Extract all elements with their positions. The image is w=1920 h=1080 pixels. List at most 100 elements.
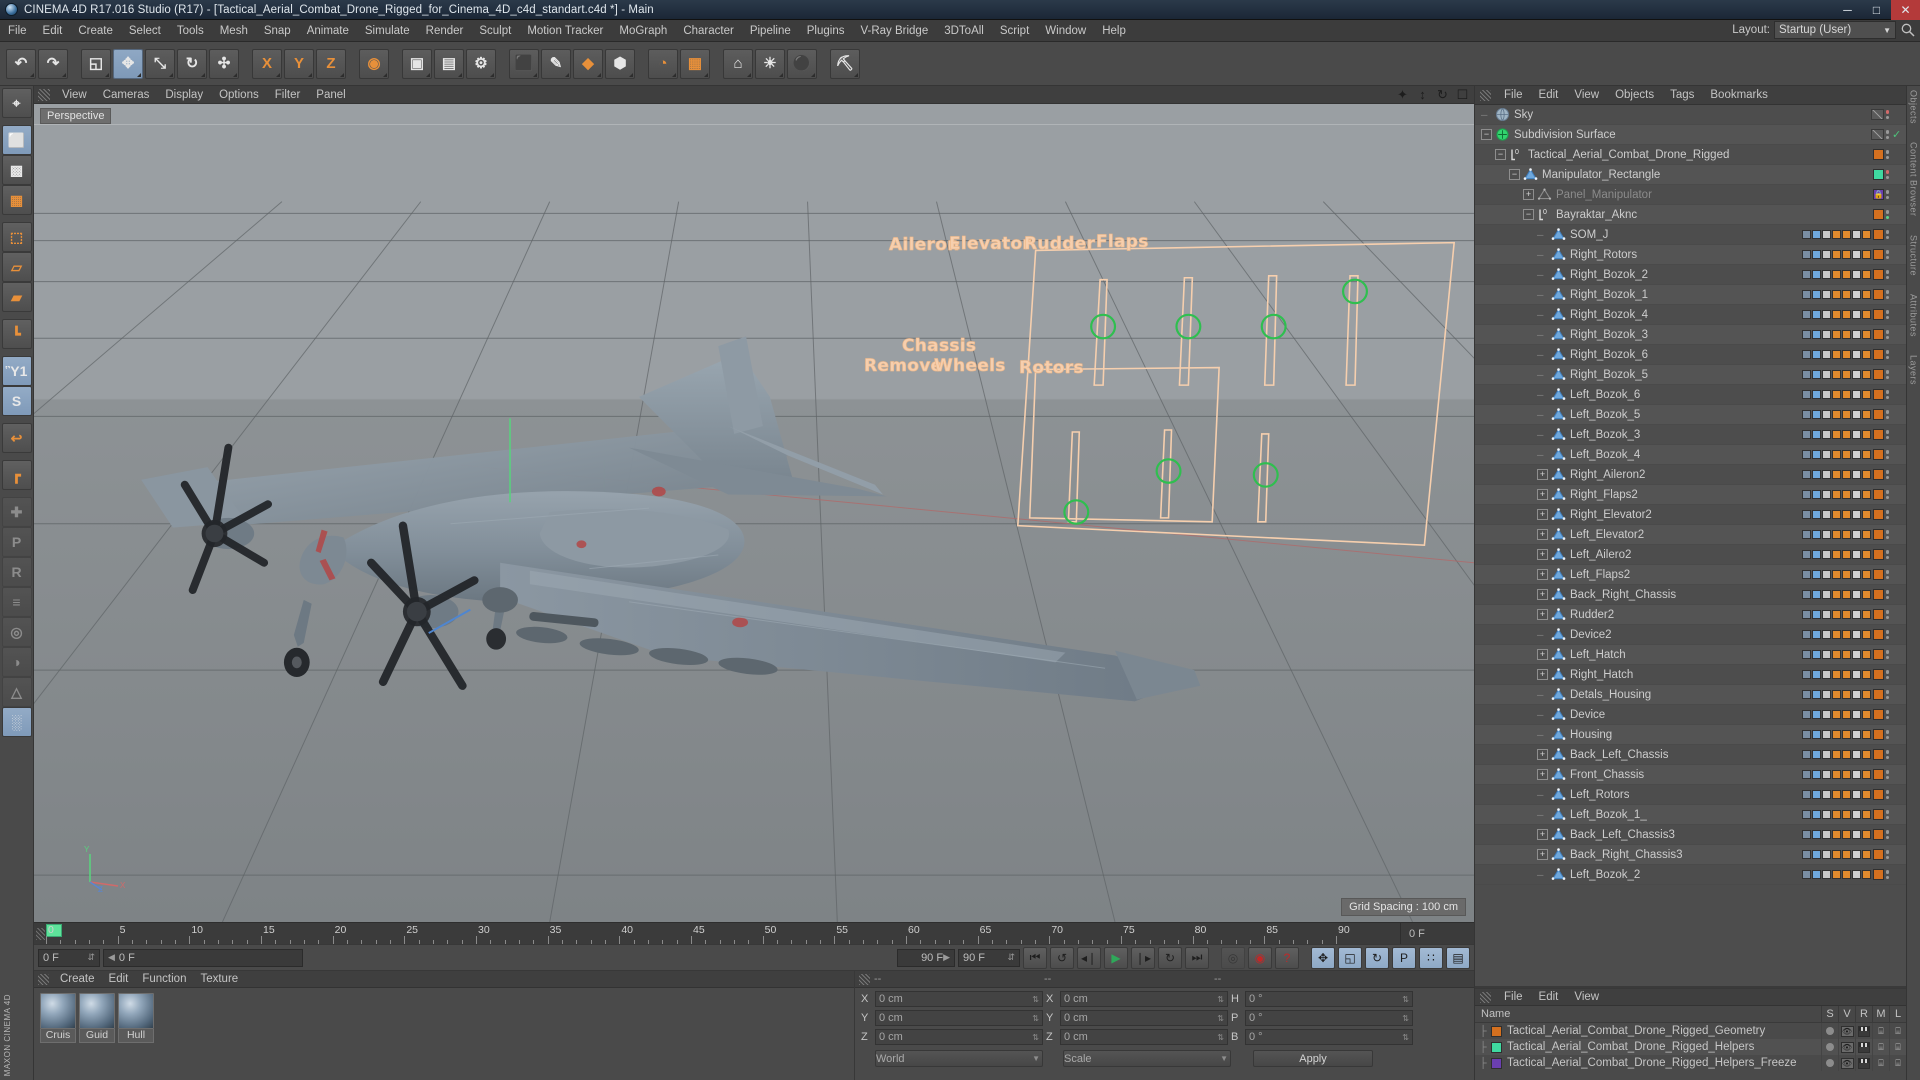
manipulator-label-wheels[interactable]: Wheels xyxy=(934,356,1006,377)
object-tag[interactable] xyxy=(1802,830,1811,839)
undo-button[interactable]: ↶ xyxy=(6,48,36,79)
y-axis-button[interactable]: Y xyxy=(284,48,314,79)
object-tag-icons[interactable] xyxy=(1802,430,1871,439)
visibility-dots[interactable] xyxy=(1886,570,1890,579)
object-tag-icons[interactable] xyxy=(1802,830,1871,839)
layer-color-swatch[interactable] xyxy=(1873,149,1884,160)
go-to-start-button[interactable]: ⏮ xyxy=(1023,946,1047,969)
layer-color-swatch[interactable] xyxy=(1873,569,1884,580)
move-tool-button[interactable]: ✥ xyxy=(113,48,143,79)
object-tree-row[interactable]: − Manipulator_Rectangle xyxy=(1475,165,1906,185)
viewport-menu-options[interactable]: Options xyxy=(211,86,267,104)
layer-color-swatch[interactable] xyxy=(1491,1041,1502,1053)
expand-icon[interactable]: + xyxy=(1523,189,1534,200)
layer-column-header[interactable]: Name xyxy=(1475,1008,1821,1020)
material-chip[interactable]: Cruis xyxy=(40,993,76,1080)
object-tag[interactable] xyxy=(1802,730,1811,739)
stepper-icon[interactable]: ⇅ xyxy=(1032,1014,1039,1023)
object-tag[interactable] xyxy=(1812,610,1821,619)
visibility-dots[interactable] xyxy=(1886,410,1890,419)
maximize-icon[interactable]: ☐ xyxy=(1455,87,1470,102)
layer-column-header[interactable]: S xyxy=(1821,1005,1838,1023)
object-tag[interactable] xyxy=(1832,550,1841,559)
object-tag[interactable] xyxy=(1852,570,1861,579)
object-tag[interactable] xyxy=(1852,810,1861,819)
object-tree-row[interactable]: ─ SOM_J xyxy=(1475,225,1906,245)
manager-icon[interactable]: ⌸ xyxy=(1895,1026,1900,1037)
object-tag[interactable] xyxy=(1862,490,1871,499)
coordinate-position-field[interactable]: 0 cm ⇅ xyxy=(875,1029,1043,1045)
expand-icon[interactable]: + xyxy=(1537,549,1548,560)
menu-motion-tracker[interactable]: Motion Tracker xyxy=(519,20,611,42)
layer-color-swatch[interactable] xyxy=(1873,769,1884,780)
world-coord-button[interactable]: ◉ xyxy=(359,48,389,79)
object-tag[interactable] xyxy=(1822,550,1831,559)
object-tag[interactable] xyxy=(1802,270,1811,279)
expand-icon[interactable]: + xyxy=(1537,849,1548,860)
tool-point-snap[interactable]: ◎ xyxy=(1,617,32,647)
layer-color-swatch[interactable] xyxy=(1873,829,1884,840)
layout-dropdown[interactable]: Startup (User) ▼ xyxy=(1774,21,1896,39)
vertical-tab-objects[interactable]: Objects xyxy=(1909,90,1919,124)
menu-v-ray-bridge[interactable]: V-Ray Bridge xyxy=(852,20,936,42)
object-tag[interactable] xyxy=(1862,370,1871,379)
coordinate-position-field[interactable]: 0 cm ⇅ xyxy=(875,1010,1043,1026)
object-tag[interactable] xyxy=(1832,330,1841,339)
object-tag[interactable] xyxy=(1812,770,1821,779)
object-tag[interactable] xyxy=(1812,310,1821,319)
object-tree-row[interactable]: ─ Right_Bozok_6 xyxy=(1475,345,1906,365)
menu-render[interactable]: Render xyxy=(418,20,472,42)
manipulator-label-rotors[interactable]: Rotors xyxy=(1019,358,1084,379)
play-button[interactable]: ▶ xyxy=(1104,946,1128,969)
expand-icon[interactable]: + xyxy=(1537,829,1548,840)
object-tag[interactable] xyxy=(1852,590,1861,599)
object-tag-icons[interactable] xyxy=(1802,610,1871,619)
object-tree-row[interactable]: + Back_Right_Chassis3 xyxy=(1475,845,1906,865)
object-tag[interactable] xyxy=(1802,630,1811,639)
object-tag[interactable] xyxy=(1822,610,1831,619)
tool-texture-mode[interactable]: ▦ xyxy=(1,185,32,215)
object-tag[interactable] xyxy=(1832,850,1841,859)
object-tree-row[interactable]: ─ Right_Rotors xyxy=(1475,245,1906,265)
record-parameter-button[interactable]: P xyxy=(1392,946,1416,969)
stepper-icon[interactable]: ⇅ xyxy=(1217,1033,1224,1042)
timeline-track[interactable]: 0 5 10 15 20 25 30 35 40 45 50 55 60 65 70 75 80 85 90 xyxy=(46,923,1400,944)
layer-toggle-cell[interactable]: ⌸ xyxy=(1872,1023,1889,1039)
object-tag[interactable] xyxy=(1812,350,1821,359)
menu-mesh[interactable]: Mesh xyxy=(212,20,256,42)
object-tree-row[interactable]: + Left_Ailero2 xyxy=(1475,545,1906,565)
panel-grip-icon[interactable] xyxy=(38,88,50,101)
enabled-check-icon[interactable]: ✓ xyxy=(1892,128,1902,141)
object-tag[interactable] xyxy=(1842,730,1851,739)
object-tag[interactable] xyxy=(1852,310,1861,319)
object-tag[interactable] xyxy=(1842,430,1851,439)
object-tag-icons[interactable] xyxy=(1802,790,1871,799)
layer-color-swatch[interactable] xyxy=(1873,369,1884,380)
layer-toggle-cell[interactable] xyxy=(1855,1039,1872,1055)
render-clapper-icon[interactable] xyxy=(1858,1057,1870,1069)
layer-color-swatch[interactable] xyxy=(1491,1057,1502,1069)
object-tag-icons[interactable] xyxy=(1802,290,1871,299)
object-tag[interactable] xyxy=(1842,710,1851,719)
expand-icon[interactable]: + xyxy=(1537,769,1548,780)
coordinate-rotation-field[interactable]: 0 ° ⇅ xyxy=(1245,1029,1413,1045)
layer-color-swatch[interactable] xyxy=(1873,789,1884,800)
object-tag[interactable] xyxy=(1822,810,1831,819)
object-tag[interactable] xyxy=(1842,770,1851,779)
visibility-dots[interactable] xyxy=(1886,610,1890,619)
object-tree-row[interactable]: ─ Device2 xyxy=(1475,625,1906,645)
object-tag[interactable] xyxy=(1812,550,1821,559)
object-tag-icons[interactable] xyxy=(1802,870,1871,879)
expand-icon[interactable]: + xyxy=(1537,509,1548,520)
collapse-icon[interactable]: − xyxy=(1495,149,1506,160)
object-tag[interactable] xyxy=(1822,310,1831,319)
object-tag[interactable] xyxy=(1802,570,1811,579)
object-tag[interactable] xyxy=(1822,530,1831,539)
object-tag[interactable] xyxy=(1862,670,1871,679)
object-tag[interactable] xyxy=(1832,650,1841,659)
menu-simulate[interactable]: Simulate xyxy=(357,20,418,42)
object-tag[interactable] xyxy=(1832,290,1841,299)
layer-color-swatch[interactable] xyxy=(1873,689,1884,700)
tool-point-mode[interactable]: ⬚ xyxy=(1,222,32,252)
object-tag[interactable] xyxy=(1802,510,1811,519)
